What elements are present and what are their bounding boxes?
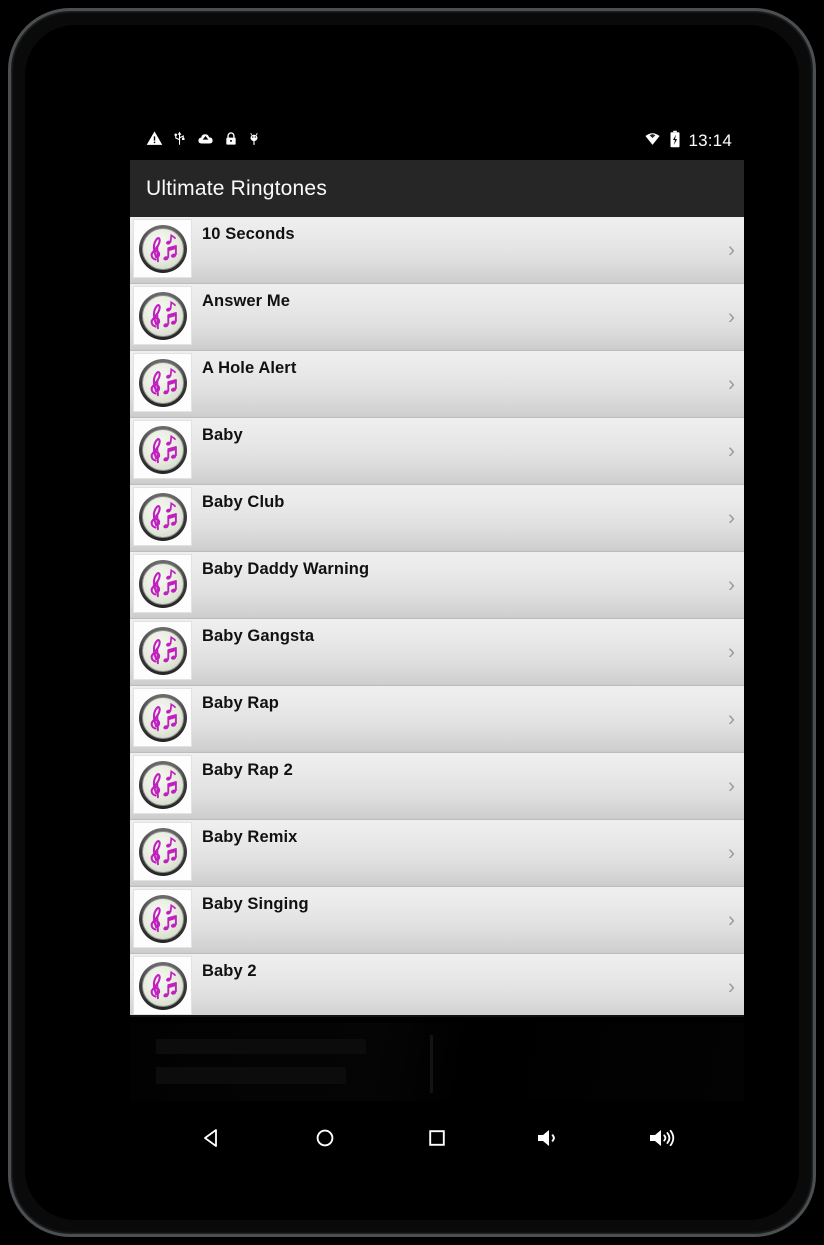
music-note-badge-icon [133, 420, 192, 479]
ad-divider [430, 1035, 433, 1093]
music-note-badge-icon [133, 755, 192, 814]
list-item[interactable]: Baby Rap › [130, 686, 744, 753]
list-item-label: Baby Rap [202, 694, 279, 712]
list-item[interactable]: Baby Daddy Warning › [130, 552, 744, 619]
list-item[interactable]: Baby Gangsta › [130, 619, 744, 686]
list-item[interactable]: A Hole Alert › [130, 351, 744, 418]
chevron-right-icon[interactable]: › [728, 776, 735, 797]
music-note-badge-icon [133, 621, 192, 680]
device-body: 13:14 Ultimate Ringtones 10 Seconds › Answ… [25, 25, 799, 1220]
list-item-label: 10 Seconds [202, 225, 295, 243]
chevron-right-icon[interactable]: › [728, 307, 735, 328]
device-frame: 13:14 Ultimate Ringtones 10 Seconds › Answ… [8, 8, 816, 1237]
list-item-label: Baby Rap 2 [202, 761, 293, 779]
music-note-badge-icon [133, 219, 192, 278]
list-item[interactable]: 10 Seconds › [130, 217, 744, 284]
nav-home-button[interactable] [302, 1115, 348, 1161]
status-bar-right-icons: 13:14 [643, 130, 732, 153]
app-title: Ultimate Ringtones [146, 176, 328, 200]
list-item-label: A Hole Alert [202, 359, 297, 377]
advertisement-banner[interactable] [130, 1015, 744, 1105]
music-note-badge-icon [133, 956, 192, 1015]
list-item-label: Baby Club [202, 493, 285, 511]
list-item[interactable]: Baby Remix › [130, 820, 744, 887]
nav-back-button[interactable] [189, 1115, 235, 1161]
list-item-label: Baby 2 [202, 962, 257, 980]
usb-icon [172, 130, 187, 152]
list-item[interactable]: Baby › [130, 418, 744, 485]
list-item-label: Baby Remix [202, 828, 298, 846]
list-item-label: Baby Gangsta [202, 627, 315, 645]
ringtone-list[interactable]: 10 Seconds › Answer Me › A Hole Alert › Baby › B… [130, 217, 744, 1015]
list-item[interactable]: Baby Rap 2 › [130, 753, 744, 820]
music-note-badge-icon [133, 353, 192, 412]
chevron-right-icon[interactable]: › [728, 441, 735, 462]
music-note-badge-icon [133, 688, 192, 747]
warning-icon [146, 130, 163, 152]
phone-screen: 13:14 Ultimate Ringtones 10 Seconds › Answ… [130, 122, 744, 1170]
lock-icon [224, 130, 238, 152]
ad-content [130, 1023, 744, 1101]
bug-icon [247, 130, 261, 152]
nav-volume-up-button[interactable] [639, 1115, 685, 1161]
list-item-label: Baby Singing [202, 895, 309, 913]
list-item-label: Baby Daddy Warning [202, 560, 370, 578]
list-item[interactable]: Answer Me › [130, 284, 744, 351]
status-bar: 13:14 [130, 122, 744, 160]
music-note-badge-icon [133, 889, 192, 948]
chevron-right-icon[interactable]: › [728, 374, 735, 395]
chevron-right-icon[interactable]: › [728, 642, 735, 663]
chevron-right-icon[interactable]: › [728, 240, 735, 261]
app-bar: Ultimate Ringtones [130, 160, 744, 217]
list-item[interactable]: Baby Singing › [130, 887, 744, 954]
wifi-icon [643, 130, 662, 152]
chevron-right-icon[interactable]: › [728, 910, 735, 931]
list-item[interactable]: Baby 2 › [130, 954, 744, 1015]
status-bar-clock: 13:14 [688, 131, 732, 150]
chevron-right-icon[interactable]: › [728, 575, 735, 596]
music-note-badge-icon [133, 822, 192, 881]
ad-text-line [156, 1039, 366, 1054]
chevron-right-icon[interactable]: › [728, 709, 735, 730]
status-bar-left-icons [146, 130, 261, 152]
chevron-right-icon[interactable]: › [728, 508, 735, 529]
chevron-right-icon[interactable]: › [728, 977, 735, 998]
music-note-badge-icon [133, 487, 192, 546]
battery-charging-icon [669, 130, 681, 153]
list-item[interactable]: Baby Club › [130, 485, 744, 552]
nav-volume-down-button[interactable] [526, 1115, 572, 1161]
ad-text-line [156, 1067, 346, 1084]
list-item-label: Answer Me [202, 292, 291, 310]
nav-recents-button[interactable] [414, 1115, 460, 1161]
list-item-label: Baby [202, 426, 243, 444]
music-note-badge-icon [133, 286, 192, 345]
cloud-upload-icon [196, 130, 215, 152]
navigation-bar [130, 1105, 744, 1170]
chevron-right-icon[interactable]: › [728, 843, 735, 864]
music-note-badge-icon [133, 554, 192, 613]
